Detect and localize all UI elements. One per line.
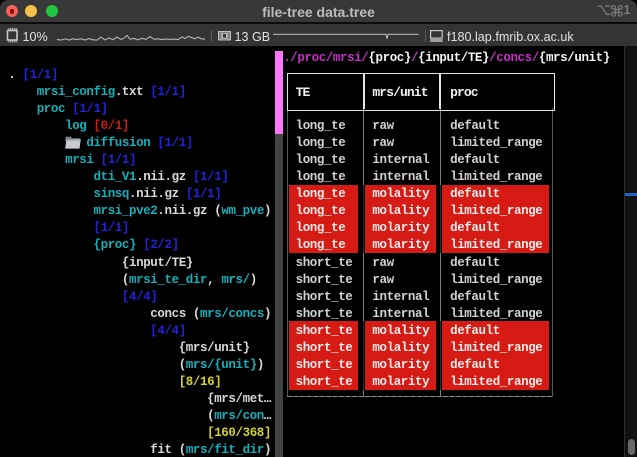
svg-text:1: 1 <box>624 3 631 17</box>
